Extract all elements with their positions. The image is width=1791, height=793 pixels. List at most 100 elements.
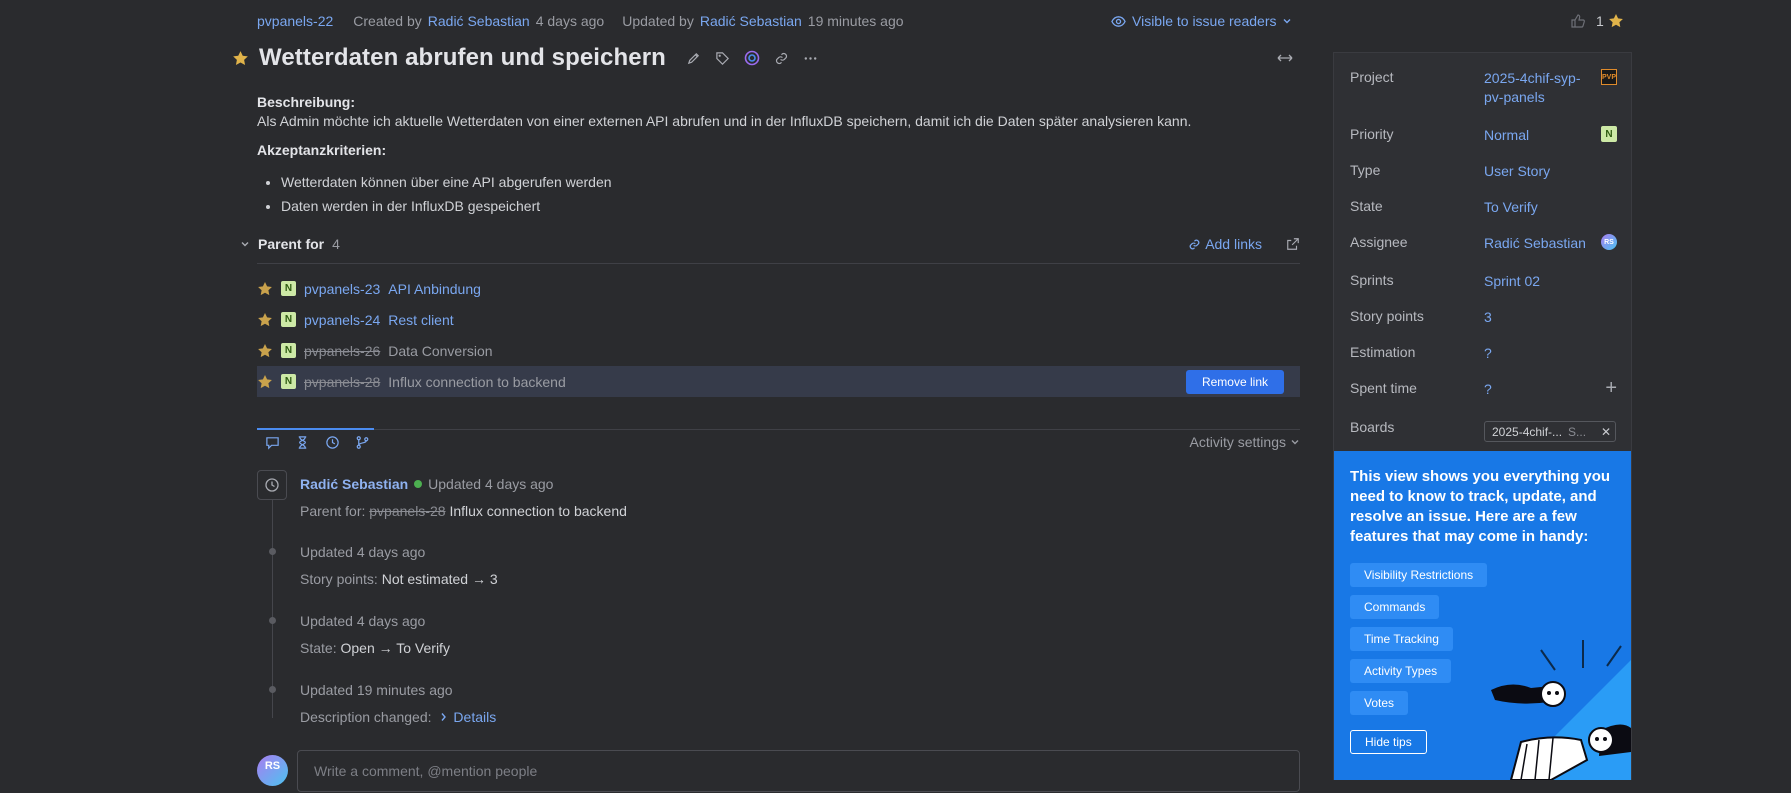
board-sprint: S...: [1568, 424, 1587, 439]
timeline-dot: [269, 686, 276, 693]
clock-icon: [257, 470, 287, 500]
story-points-value[interactable]: 3: [1484, 308, 1492, 327]
entry-value: Not estimated → 3: [381, 571, 498, 587]
field-label: Estimation: [1350, 344, 1416, 360]
star-icon[interactable]: [257, 312, 273, 328]
avatar: RS: [257, 755, 288, 786]
field-label: Priority: [1350, 126, 1394, 142]
sprints-value[interactable]: Sprint 02: [1484, 272, 1540, 291]
project-name-line2: pv-panels: [1484, 89, 1545, 105]
spent-time-value[interactable]: ?: [1484, 380, 1492, 399]
close-icon[interactable]: ✕: [1601, 425, 1611, 439]
vcs-branch-icon[interactable]: [355, 435, 370, 450]
subtask-id-link[interactable]: pvpanels-23: [304, 281, 380, 297]
thumbs-up-icon[interactable]: [1570, 13, 1586, 29]
subtask-row[interactable]: N pvpanels-28 Influx connection to backe…: [257, 366, 1300, 397]
details-label: Details: [453, 709, 497, 725]
state-value[interactable]: To Verify: [1484, 198, 1538, 217]
tips-illustration: [1491, 640, 1631, 780]
chevron-down-icon: [1282, 16, 1292, 26]
entry-issue-link[interactable]: pvpanels-28: [369, 503, 445, 519]
pencil-icon[interactable]: [686, 51, 701, 66]
star-icon[interactable]: [257, 281, 273, 297]
star-icon: [1608, 13, 1624, 29]
timeline-dot: [269, 617, 276, 624]
subtask-id-link[interactable]: pvpanels-28: [304, 374, 380, 390]
more-icon[interactable]: [803, 51, 818, 66]
remove-link-button[interactable]: Remove link: [1185, 370, 1284, 394]
expand-width-icon[interactable]: [1277, 52, 1293, 64]
acceptance-list: Wetterdaten können über eine API abgeruf…: [281, 170, 1297, 218]
tip-votes[interactable]: Votes: [1350, 691, 1409, 715]
issue-title: Wetterdaten abrufen und speichern: [259, 44, 666, 71]
subtask-row[interactable]: N pvpanels-24 Rest client: [257, 304, 1300, 335]
entry-prefix: State:: [300, 640, 337, 656]
details-toggle[interactable]: Details: [439, 709, 496, 725]
project-value[interactable]: 2025-4chif-syp- pv-panels: [1484, 69, 1581, 107]
activity-tabs: Activity settings: [257, 428, 1300, 451]
tip-activity-types[interactable]: Activity Types: [1350, 659, 1452, 683]
creator-link[interactable]: Radić Sebastian: [428, 13, 530, 29]
issue-id-link[interactable]: pvpanels-22: [257, 13, 333, 29]
assignee-value[interactable]: Radić Sebastian: [1484, 234, 1586, 253]
issue-meta: pvpanels-22 Created by Radić Sebastian 4…: [257, 13, 904, 29]
subtask-row[interactable]: N pvpanels-23 API Anbindung: [257, 273, 1300, 304]
field-label: Assignee: [1350, 234, 1408, 250]
title-row: Wetterdaten abrufen und speichern: [232, 44, 818, 72]
field-label: Boards: [1350, 419, 1395, 435]
type-value[interactable]: User Story: [1484, 162, 1550, 181]
updater-link[interactable]: Radić Sebastian: [700, 13, 802, 29]
tip-time-tracking[interactable]: Time Tracking: [1350, 627, 1453, 651]
add-links-button[interactable]: Add links: [1188, 236, 1262, 252]
subtask-id-link[interactable]: pvpanels-24: [304, 312, 380, 328]
history-icon[interactable]: [325, 435, 340, 450]
open-external-icon[interactable]: [1286, 237, 1300, 251]
priority-badge: N: [1601, 126, 1617, 142]
tag-icon[interactable]: [715, 51, 730, 66]
subtask-summary[interactable]: Data Conversion: [388, 343, 492, 359]
chevron-down-icon: [1290, 437, 1300, 447]
updated-time: 19 minutes ago: [807, 13, 904, 29]
parent-for-label[interactable]: Parent for: [258, 236, 324, 252]
star-icon[interactable]: [232, 50, 249, 67]
subtask-summary[interactable]: Rest client: [388, 312, 453, 328]
board-chip[interactable]: 2025-4chif-... S... ✕: [1484, 421, 1616, 442]
star-icon[interactable]: [257, 374, 273, 390]
entry-prefix: Story points:: [300, 571, 378, 587]
entry-prefix: Description changed:: [300, 709, 432, 725]
entry-prefix: Parent for:: [300, 503, 366, 519]
description-heading: Beschreibung:: [257, 94, 356, 110]
tip-commands[interactable]: Commands: [1350, 595, 1440, 619]
comment-input[interactable]: Write a comment, @mention people: [297, 750, 1300, 792]
project-name-line1: 2025-4chif-syp-: [1484, 70, 1581, 86]
project-icon: PVP: [1601, 69, 1617, 85]
field-label: Story points: [1350, 308, 1424, 324]
tip-visibility-restrictions[interactable]: Visibility Restrictions: [1350, 563, 1488, 587]
add-time-icon[interactable]: +: [1605, 377, 1617, 400]
priority-badge: N: [281, 374, 296, 389]
comment-icon[interactable]: [265, 435, 280, 450]
chevron-down-icon[interactable]: [240, 239, 250, 249]
tips-text: This view shows you everything you need …: [1350, 468, 1611, 545]
hide-tips-button[interactable]: Hide tips: [1350, 730, 1427, 754]
star-votes[interactable]: 1: [1596, 13, 1624, 29]
subtask-summary[interactable]: Influx connection to backend: [388, 374, 565, 390]
subtask-row[interactable]: N pvpanels-26 Data Conversion: [257, 335, 1300, 366]
subtask-summary[interactable]: API Anbindung: [388, 281, 481, 297]
entry-time: Updated 4 days ago: [300, 544, 426, 560]
hourglass-icon[interactable]: [295, 435, 310, 450]
activity-entry: Radić Sebastian Updated 4 days ago Parent…: [300, 476, 627, 519]
estimation-value[interactable]: ?: [1484, 344, 1492, 363]
priority-badge: N: [281, 281, 296, 296]
author-link[interactable]: Radić Sebastian: [300, 476, 408, 492]
activity-settings-button[interactable]: Activity settings: [1190, 434, 1300, 450]
visibility-selector[interactable]: Visible to issue readers: [1111, 13, 1292, 29]
star-icon[interactable]: [257, 343, 273, 359]
subtask-id-link[interactable]: pvpanels-26: [304, 343, 380, 359]
active-tab-indicator: [257, 428, 374, 430]
issue-fields-panel: Project 2025-4chif-syp- pv-panels PVP Pr…: [1333, 52, 1632, 780]
entry-time: Updated 19 minutes ago: [300, 682, 453, 698]
priority-value[interactable]: Normal: [1484, 126, 1529, 145]
link-icon[interactable]: [774, 51, 789, 66]
ai-assistant-icon[interactable]: [744, 50, 760, 66]
